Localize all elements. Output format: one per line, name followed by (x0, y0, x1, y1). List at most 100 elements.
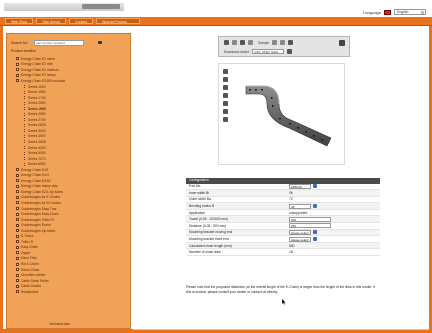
expand-icon[interactable] (16, 73, 19, 77)
info-icon[interactable] (313, 204, 317, 209)
reset-icon[interactable] (288, 40, 294, 45)
expand-icon[interactable] (16, 229, 19, 233)
nav-special-product[interactable]: Special Product (96, 18, 141, 24)
tree-item-label: Series 2500 (28, 101, 46, 106)
config-select[interactable]: 48 (289, 203, 311, 209)
expand-icon[interactable] (16, 62, 19, 66)
config-value: 800 (289, 243, 295, 248)
tree-item-label: Series 8080 (28, 162, 46, 167)
tree-item-label: Series 1700 (28, 95, 46, 100)
nav-skip-ahead[interactable]: Skip Ahead (36, 18, 66, 24)
tree-item-label: Triflex R (21, 239, 34, 244)
nav-web-shop[interactable]: Web Shop (5, 18, 34, 24)
expand-icon[interactable] (16, 234, 19, 238)
expand-icon[interactable] (16, 79, 19, 83)
tree-item-label: Guidetroughs Triflex R (21, 217, 54, 222)
config-key: Mounting bracket moving end (189, 230, 233, 235)
config-key: Calculated chain length (mm) (189, 243, 232, 248)
configuration-rows: Part No. 2680.06 Inner width Bi 06 Outer wid… (186, 183, 380, 257)
tree-item-label: Cable Strain Relief (21, 278, 49, 283)
tree-item-label: E-Tubes (21, 234, 34, 239)
flag-icon[interactable] (384, 9, 391, 15)
configuration-table: Configuration Part No. 2680.06 Inner width… (186, 178, 380, 257)
mode-label[interactable]: Sample (258, 41, 269, 45)
expand-icon[interactable] (16, 195, 19, 199)
tree-item-label: Chainflex cables (21, 273, 46, 278)
tree-item-label: Energy Chain E2 medium (21, 67, 59, 72)
config-value: 72 (289, 197, 293, 202)
config-select[interactable]: 2680.06 (289, 183, 311, 189)
expand-icon[interactable] (16, 251, 19, 255)
language-select[interactable]: English (394, 9, 426, 15)
search-go-icon[interactable] (97, 40, 104, 46)
company-logo[interactable] (4, 3, 124, 11)
zoom-icon[interactable] (240, 40, 245, 45)
config-key: Distance (0.05 - 500 mm) (189, 223, 227, 228)
rotate-icon[interactable] (224, 40, 229, 45)
expand-icon[interactable] (16, 279, 19, 283)
3d-model-viewer[interactable] (218, 63, 345, 165)
tree-item-label: Series 3000 (28, 128, 46, 133)
tree-line-icon (24, 151, 26, 155)
expand-icon[interactable] (16, 256, 19, 260)
toolbar-row: Sample (224, 40, 294, 45)
expand-icon[interactable] (16, 207, 19, 211)
config-key: Travel (0.05 - 100000 mm) (189, 217, 228, 222)
expand-icon[interactable] (16, 57, 19, 61)
expand-icon[interactable] (16, 284, 19, 288)
sidebar-footer[interactable]: Technical data (49, 322, 70, 326)
tree-line-icon (24, 129, 26, 133)
config-select[interactable]: please select (289, 236, 311, 242)
expand-icon[interactable] (16, 184, 19, 188)
config-value-cell: 500 (289, 216, 331, 222)
note-text: Please note that the proposed distances … (186, 285, 375, 294)
tree-item-label: Energy Chain E4/1 (21, 167, 49, 172)
expand-icon[interactable] (16, 262, 19, 266)
tree-line-icon (24, 107, 26, 111)
print-icon[interactable] (339, 40, 345, 46)
tree-item-label: Series 2600 (28, 106, 47, 111)
tree-item-label: Guidetroughs for E4 chains (21, 200, 61, 205)
tree-item-label: Series 2700 (28, 117, 46, 122)
search-row: Search for: (11, 40, 104, 46)
info-icon[interactable] (313, 237, 317, 242)
tree-item-label: Energy Chain E2 heavy (21, 73, 56, 78)
config-input[interactable]: 500 (289, 216, 331, 222)
zoom-fit-icon[interactable] (248, 40, 253, 45)
expand-icon[interactable] (16, 212, 19, 216)
expand-icon[interactable] (16, 218, 19, 222)
pan-icon[interactable] (232, 40, 237, 45)
nav-contact[interactable]: Contact (69, 18, 94, 24)
expand-icon[interactable] (16, 179, 19, 183)
expand-icon[interactable] (16, 290, 19, 294)
search-input[interactable] (34, 40, 84, 46)
download-icon[interactable] (287, 49, 293, 54)
expand-icon[interactable] (16, 173, 19, 177)
expand-icon[interactable] (16, 273, 19, 277)
info-icon[interactable] (313, 184, 317, 189)
tree-item[interactable]: Readycable (12, 289, 128, 295)
config-key: Part No. (189, 184, 202, 189)
config-value-cell: 250 (289, 223, 331, 229)
shade-icon[interactable] (280, 40, 286, 45)
viewer-toolbar: Sample Download model: DXF, STEP, IGES (218, 36, 350, 57)
wireframe-icon[interactable] (272, 40, 278, 45)
info-icon[interactable] (313, 230, 317, 235)
tree-item-label: Energy Chain heavy duty (21, 184, 58, 189)
expand-icon[interactable] (16, 68, 19, 72)
expand-icon[interactable] (16, 245, 19, 249)
expand-icon[interactable] (16, 190, 19, 194)
expand-icon[interactable] (16, 168, 19, 172)
config-row: Mounting bracket moving end please select (186, 229, 380, 237)
tree-item-label: Energy Chain E2/000 modular (21, 78, 66, 83)
config-select[interactable]: please select (289, 229, 311, 235)
expand-icon[interactable] (16, 268, 19, 272)
expand-icon[interactable] (16, 201, 19, 205)
config-row: Inner width Bi 06 (186, 190, 380, 197)
expand-icon[interactable] (16, 240, 19, 244)
config-value-cell: unsupported (289, 211, 307, 215)
search-label: Search for: (11, 41, 29, 45)
format-select[interactable]: DXF, STEP, IGES (252, 49, 285, 54)
config-input[interactable]: 250 (289, 223, 331, 229)
expand-icon[interactable] (16, 223, 19, 227)
